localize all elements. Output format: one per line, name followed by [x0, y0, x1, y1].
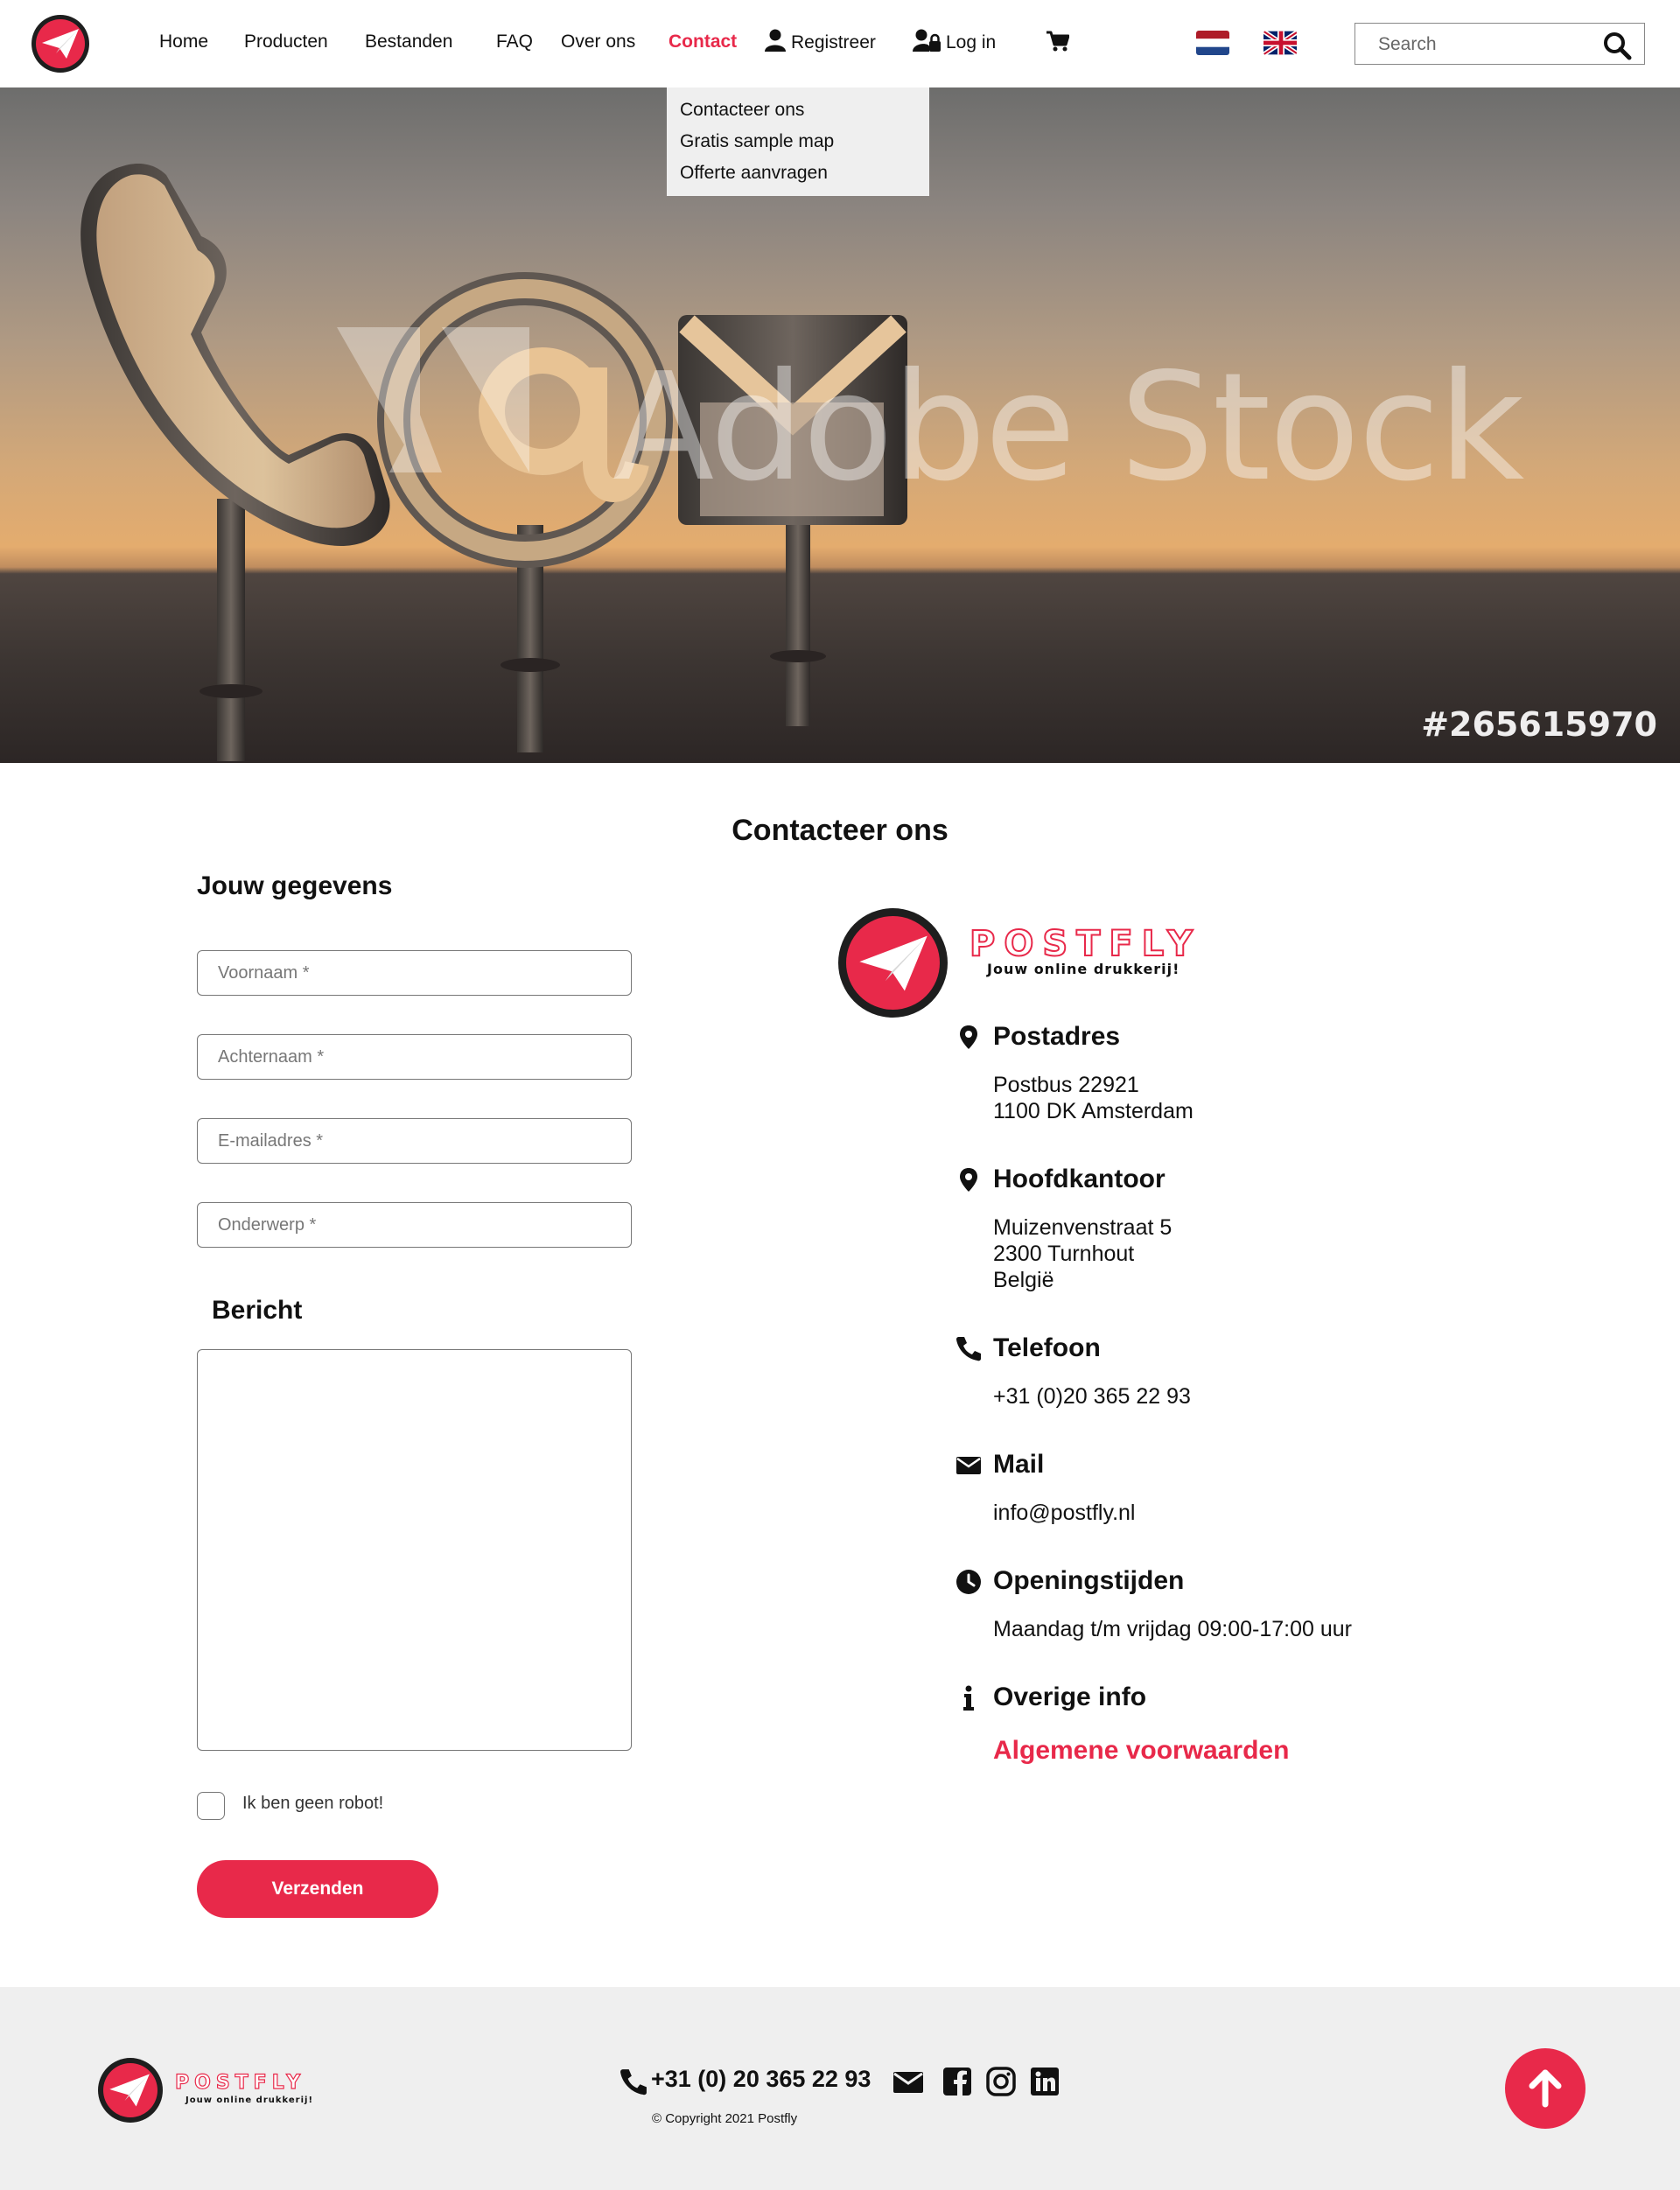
lastname-field — [197, 1034, 632, 1080]
robot-label: Ik ben geen robot! — [242, 1794, 384, 1813]
user-lock-icon — [913, 29, 941, 52]
info-icon — [963, 1685, 974, 1711]
arrow-up-icon — [1529, 2069, 1562, 2108]
office-line: België — [993, 1268, 1054, 1292]
cart-button[interactable] — [1046, 31, 1070, 57]
subject-field — [197, 1202, 632, 1248]
paper-plane-icon — [859, 935, 928, 991]
clock-icon — [956, 1570, 981, 1594]
footer-brand-wordmark: POSTFLY — [174, 2071, 306, 2094]
nav-contact[interactable]: Contact — [668, 31, 737, 52]
postal-line: 1100 DK Amsterdam — [993, 1099, 1194, 1123]
hours-heading: Openingstijden — [993, 1566, 1185, 1595]
phone-heading: Telefoon — [993, 1333, 1101, 1362]
nav-faq[interactable]: FAQ — [496, 31, 533, 52]
paper-plane-icon — [109, 2074, 150, 2107]
message-field — [197, 1349, 632, 1751]
phone-icon — [620, 2069, 647, 2096]
hero-image-id: #265615970 — [1421, 705, 1657, 744]
footer-logo-badge[interactable] — [98, 2058, 163, 2123]
register-label: Registreer — [791, 32, 876, 52]
facebook-icon[interactable] — [942, 2066, 973, 2097]
flag-nl-button[interactable] — [1196, 31, 1229, 55]
office-heading: Hoofdkantoor — [993, 1165, 1166, 1193]
mail-icon[interactable] — [892, 2066, 924, 2097]
login-label: Log in — [946, 32, 997, 52]
brand-wordmark: POSTFLY — [969, 923, 1201, 965]
hours-value: Maandag t/m vrijdag 09:00-17:00 uur — [993, 1617, 1352, 1641]
search-icon — [1604, 32, 1632, 60]
phone-value[interactable]: +31 (0)20 365 22 93 — [993, 1384, 1191, 1410]
nav-register[interactable]: Registreer — [765, 29, 876, 53]
flag-uk-icon — [1264, 31, 1297, 55]
phone-icon — [956, 1337, 981, 1361]
dropdown-gratis-sample-map[interactable]: Gratis sample map — [667, 126, 929, 157]
postal-line: Postbus 22921 — [993, 1073, 1139, 1097]
map-pin-icon — [960, 1025, 977, 1049]
email-input[interactable] — [198, 1119, 631, 1163]
message-title: Bericht — [212, 1296, 303, 1325]
map-pin-icon — [960, 1168, 977, 1192]
site-logo[interactable] — [32, 15, 89, 73]
dropdown-offerte-aanvragen[interactable]: Offerte aanvragen — [667, 157, 929, 189]
nav-bestanden[interactable]: Bestanden — [365, 31, 452, 52]
footer-copyright: © Copyright 2021 Postfly — [652, 2111, 798, 2126]
dropdown-contacteer-ons[interactable]: Contacteer ons — [667, 94, 929, 126]
nav-producten[interactable]: Producten — [244, 31, 328, 52]
flag-nl-icon — [1196, 31, 1229, 55]
robot-checkbox[interactable] — [197, 1792, 225, 1820]
submit-button[interactable]: Verzenden — [197, 1860, 438, 1918]
paper-plane-icon — [42, 29, 79, 59]
terms-link[interactable]: Algemene voorwaarden — [993, 1736, 1289, 1766]
firstname-field — [197, 950, 632, 996]
search-box — [1354, 23, 1645, 65]
nav-over-ons[interactable]: Over ons — [561, 31, 635, 52]
site-header: Home Producten Bestanden FAQ Over ons Co… — [0, 0, 1680, 87]
email-field — [197, 1118, 632, 1164]
contact-dropdown: Contacteer ons Gratis sample map Offerte… — [667, 87, 929, 196]
hero-watermark: Adobe Stock — [612, 341, 1524, 514]
search-input[interactable] — [1378, 34, 1588, 55]
cart-icon — [1046, 31, 1070, 52]
nav-login[interactable]: Log in — [913, 29, 996, 53]
office-line: 2300 Turnhout — [993, 1242, 1135, 1266]
page-title: Contacteer ons — [732, 814, 948, 847]
mail-heading: Mail — [993, 1450, 1045, 1479]
form-section-title: Jouw gegevens — [197, 871, 393, 900]
lastname-input[interactable] — [198, 1035, 631, 1079]
brand-tagline: Jouw online drukkerij! — [987, 961, 1180, 977]
footer-brand-tagline: Jouw online drukkerij! — [186, 2096, 314, 2105]
subject-input[interactable] — [198, 1203, 631, 1247]
search-button[interactable] — [1602, 31, 1632, 60]
firstname-input[interactable] — [198, 951, 631, 995]
linkedin-icon[interactable] — [1029, 2066, 1060, 2097]
nav-home[interactable]: Home — [159, 31, 208, 52]
postal-heading: Postadres — [993, 1022, 1121, 1051]
flag-uk-button[interactable] — [1264, 31, 1297, 55]
user-icon — [765, 29, 786, 52]
mail-value[interactable]: info@postfly.nl — [993, 1501, 1136, 1526]
mail-icon — [956, 1457, 981, 1474]
office-line: Muizenvenstraat 5 — [993, 1215, 1172, 1240]
site-footer: POSTFLY Jouw online drukkerij! +31 (0) 2… — [0, 1987, 1680, 2190]
brand-logo-badge — [838, 908, 948, 1018]
scroll-to-top-button[interactable] — [1505, 2048, 1586, 2129]
other-heading: Overige info — [993, 1683, 1147, 1711]
message-textarea[interactable] — [198, 1350, 631, 1750]
instagram-icon[interactable] — [985, 2066, 1017, 2097]
footer-phone[interactable]: +31 (0) 20 365 22 93 — [651, 2066, 871, 2093]
